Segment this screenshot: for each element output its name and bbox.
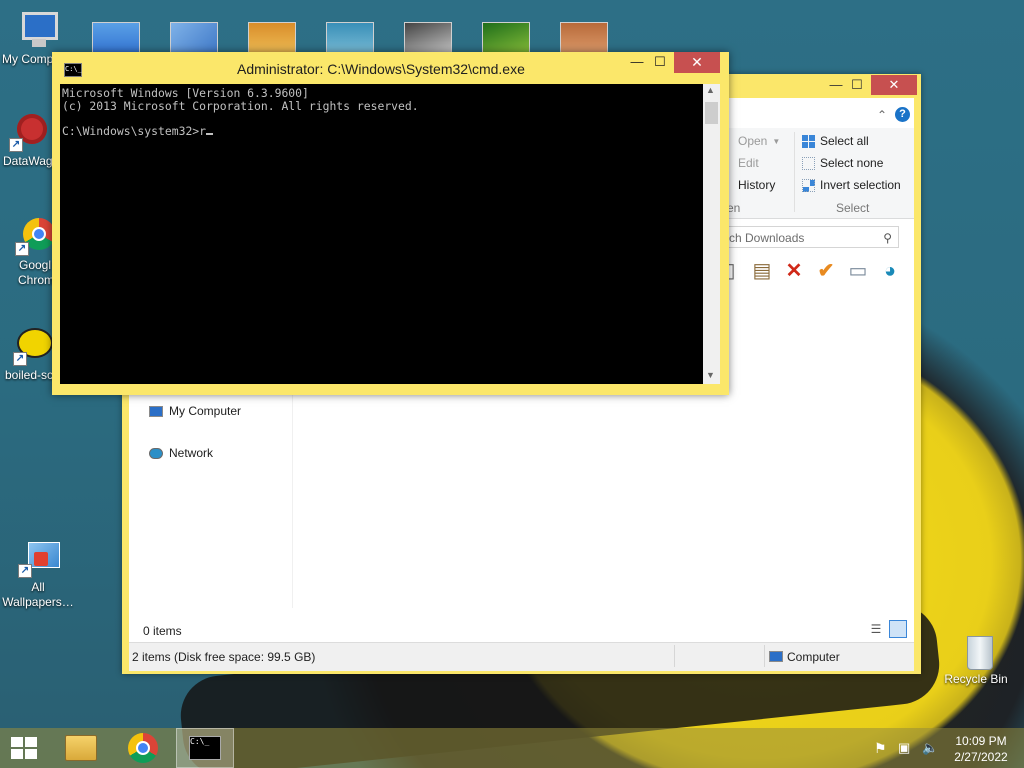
chrome-icon-center [136,741,150,755]
wallpapers-icon: ↗ [18,538,60,578]
maximize-button[interactable]: ☐ [844,75,870,95]
open-group-label: en [727,201,741,215]
select-all-button[interactable]: Select all [802,134,869,148]
computer-icon [149,405,163,417]
desktop-icon-all-wallpapers[interactable]: ↗ All Wallpapers… [0,538,78,610]
console-prompt-line: C:\Windows\system32>r [62,123,701,138]
scroll-up-arrow-icon[interactable]: ▲ [706,85,715,95]
large-icons-view-icon[interactable] [889,620,907,638]
dropdown-arrow-icon: ▼ [772,136,781,146]
cmd-title: Administrator: C:\Windows\System32\cmd.e… [237,61,525,77]
network-icon [149,447,163,459]
file-explorer-icon [65,735,97,761]
cmd-icon: C:\_ [189,736,221,760]
windows-logo-icon [11,737,37,759]
clock-time: 10:09 PM [955,734,1007,748]
desktop-icon-label: Recycle Bin [944,672,1008,686]
taskbar-cmd[interactable]: C:\_ [176,728,234,768]
ribbon-separator [794,132,795,212]
items-count: 0 items [143,624,182,638]
open-button[interactable]: Open ▼ [727,134,780,148]
recycle-bin-icon [955,630,997,670]
close-button[interactable]: ✕ [674,52,720,73]
edit-button[interactable]: Edit [727,156,759,170]
gear-icon: ↗ [9,112,51,152]
shortcut-arrow-icon: ↗ [9,138,23,152]
details-view-icon[interactable]: ☰ [867,622,885,638]
start-button[interactable] [4,728,44,768]
ribbon-collapse-icon[interactable]: ⌃ [877,108,887,122]
console-line: Microsoft Windows [Version 6.3.9600] [62,86,309,100]
computer-icon [16,10,58,50]
close-button[interactable]: ✕ [871,75,917,95]
nav-pane-divider [292,388,293,608]
select-none-button[interactable]: Select none [802,156,883,170]
status-divider [764,645,765,667]
maximize-button[interactable]: ☐ [649,52,671,73]
cmd-window: C:\_ Administrator: C:\Windows\System32\… [52,52,729,395]
history-button[interactable]: History [727,178,775,192]
nav-network[interactable]: Network [149,446,213,460]
desktop-icon-label: Googl Chrom [18,258,55,287]
console-output[interactable]: Microsoft Windows [Version 6.3.9600] (c) … [60,84,703,384]
chrome-icon [128,733,158,763]
taskbar-file-explorer[interactable] [52,728,110,768]
shortcut-arrow-icon: ↗ [15,242,29,256]
scroll-thumb[interactable] [705,102,718,124]
clock[interactable]: 10:09 PM 2/27/2022 [948,733,1014,765]
boiled-egg-icon: ↗ [13,326,55,366]
help-icon[interactable]: ? [895,107,910,122]
console-line: (c) 2013 Microsoft Corporation. All righ… [62,98,419,113]
status-left: 2 items (Disk free space: 99.5 GB) [132,650,316,664]
volume-muted-icon[interactable]: 🔈 [922,740,940,756]
quick-toolbar: ▯ ▤ ✕ ✔ ▭ ◕ [719,256,901,286]
cmd-icon: C:\_ [64,63,82,77]
taskbar: C:\_ ⚑ ▣ 🔈 10:09 PM 2/27/2022 [0,728,1024,768]
globe-icon[interactable]: ◕ [879,260,901,282]
network-icon[interactable]: ▣ [898,740,914,756]
vertical-scrollbar[interactable]: ▲ ▼ [703,84,720,384]
select-group-label: Select [836,201,870,215]
status-right: Computer [787,650,840,664]
search-input[interactable]: rch Downloads ⚲ [719,226,899,248]
shortcut-arrow-icon: ↗ [18,564,32,578]
cmd-titlebar[interactable]: C:\_ Administrator: C:\Windows\System32\… [52,52,729,84]
shortcut-arrow-icon: ↗ [13,352,27,366]
chrome-icon: ↗ [15,216,57,256]
checkmark-icon[interactable]: ✔ [815,260,837,282]
status-divider [674,645,675,667]
desktop-icon-recycle-bin[interactable]: Recycle Bin [938,630,1014,687]
select-all-icon [802,134,815,148]
invert-selection-icon [802,178,815,192]
search-icon: ⚲ [883,231,892,245]
minimize-button[interactable]: — [628,52,646,73]
invert-selection-button[interactable]: Invert selection [802,178,901,192]
clock-date: 2/27/2022 [954,750,1008,764]
action-center-flag-icon[interactable]: ⚑ [874,740,890,756]
computer-icon [769,651,783,662]
paste-icon[interactable]: ▤ [751,260,773,282]
scroll-down-arrow-icon[interactable]: ▼ [706,370,715,380]
desktop-icon-label: All Wallpapers… [2,580,74,609]
select-none-icon [802,156,815,170]
text-cursor [206,132,214,135]
taskbar-chrome[interactable] [114,728,172,768]
console-prompt: C:\Windows\system32>r [62,123,207,138]
status-bar: 2 items (Disk free space: 99.5 GB) Compu… [129,642,914,671]
delete-icon[interactable]: ✕ [783,260,805,282]
properties-icon[interactable]: ▭ [847,260,869,282]
nav-my-computer[interactable]: My Computer [149,404,241,418]
